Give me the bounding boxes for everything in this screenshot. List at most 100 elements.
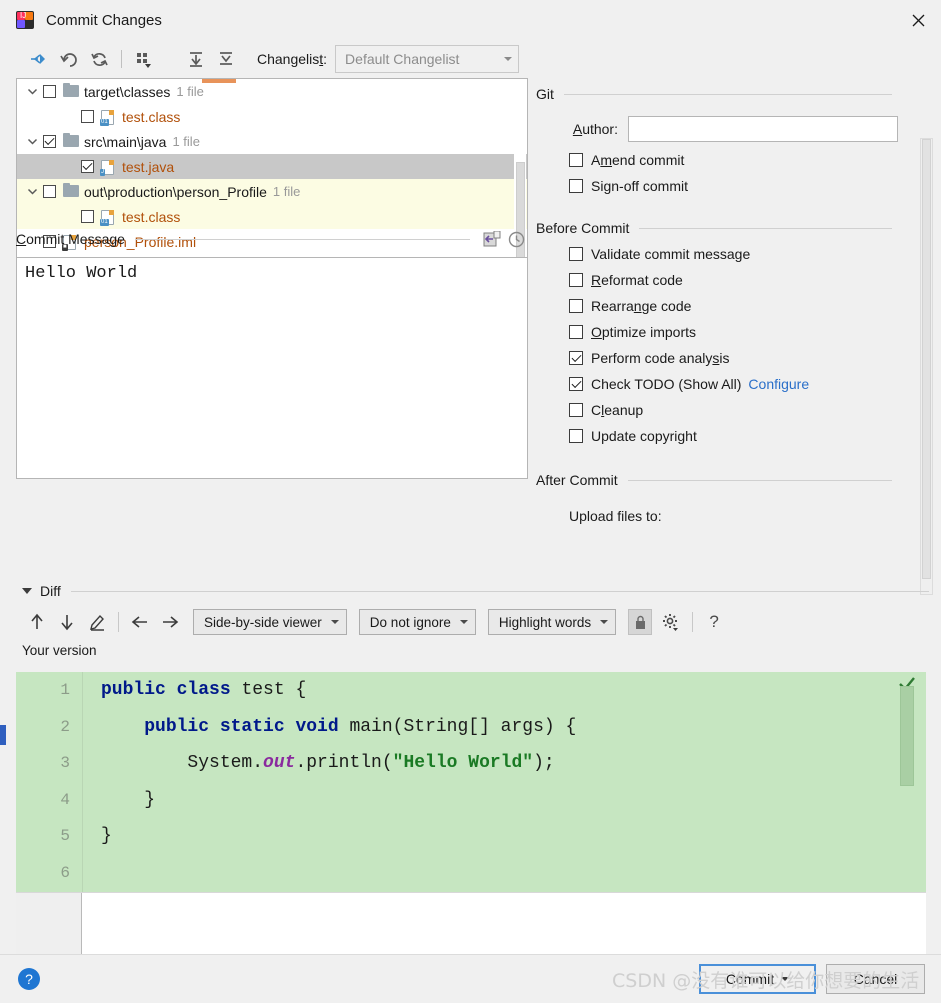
history-clock-icon[interactable] <box>504 228 528 250</box>
options-scrollbar-thumb[interactable] <box>922 139 931 579</box>
commit-options-panel: Git Author: Amend commit Sign-off commit … <box>530 78 941 595</box>
collapse-all-icon[interactable] <box>211 46 241 72</box>
tree-row[interactable]: src\main\java 1 file <box>17 129 527 154</box>
option-checkbox-row[interactable]: Rearrange code <box>536 298 916 314</box>
before-commit-label: Before Commit <box>536 220 630 236</box>
rollback-icon[interactable] <box>54 46 84 72</box>
checkbox[interactable] <box>569 429 583 443</box>
accept-left-icon[interactable] <box>125 609 155 635</box>
author-field[interactable] <box>628 116 898 142</box>
tree-row[interactable]: 01 test.class <box>17 204 527 229</box>
checkbox[interactable] <box>569 273 583 287</box>
editor-gutter: 1 2 3 4 5 6 <box>16 672 82 892</box>
tree-row-checkbox[interactable] <box>43 135 56 148</box>
commit-message-header: Commit Message <box>16 228 528 250</box>
editor-line-number: 6 <box>60 863 70 882</box>
chevron-down-icon <box>459 620 468 624</box>
checkbox[interactable] <box>569 403 583 417</box>
checkbox[interactable] <box>569 179 583 193</box>
collapse-selection-icon[interactable] <box>24 46 54 72</box>
tree-row[interactable]: target\classes 1 file <box>17 79 527 104</box>
tree-row-checkbox[interactable] <box>43 85 56 98</box>
class-file-icon: 01 <box>100 109 117 126</box>
java-file-icon: J <box>100 159 117 176</box>
lock-icon[interactable] <box>628 609 653 635</box>
chevron-down-icon[interactable] <box>21 186 43 197</box>
checkbox[interactable] <box>569 377 583 391</box>
option-checkbox-row[interactable]: Sign-off commit <box>536 178 916 194</box>
commit-message-textarea[interactable]: Hello World <box>16 257 528 479</box>
tree-row[interactable]: out\production\person_Profile 1 file <box>17 179 527 204</box>
question-mark-icon[interactable]: ? <box>699 609 729 635</box>
tree-row[interactable]: 01 test.class <box>17 104 527 129</box>
tree-row-checkbox[interactable] <box>81 210 94 223</box>
diff-editor-overflow-pane <box>16 892 926 955</box>
editor-code-area[interactable]: public class test { public static void m… <box>82 672 926 892</box>
next-difference-icon[interactable] <box>52 609 82 635</box>
insert-changelist-icon[interactable] <box>480 228 504 250</box>
changelist-label: Changelist: <box>257 51 328 67</box>
whitespace-mode-dropdown[interactable]: Do not ignore <box>358 609 476 635</box>
expand-all-icon[interactable] <box>181 46 211 72</box>
edit-source-icon[interactable] <box>82 609 112 635</box>
tree-row-file-count: 1 file <box>172 134 200 149</box>
viewer-mode-dropdown[interactable]: Side-by-side viewer <box>193 609 347 635</box>
chevron-down-icon[interactable] <box>21 86 43 97</box>
cancel-button[interactable]: Cancel <box>826 964 925 994</box>
option-checkbox-row[interactable]: Update copyright <box>536 428 916 444</box>
accept-right-icon[interactable] <box>155 609 185 635</box>
diff-editor[interactable]: 1 2 3 4 5 6 public class test { public static… <box>16 672 926 892</box>
editor-line-number: 2 <box>60 717 70 736</box>
tree-row-checkbox[interactable] <box>43 185 56 198</box>
whitespace-mode-value: Do not ignore <box>369 614 451 630</box>
close-icon[interactable] <box>895 0 941 40</box>
changelist-dropdown[interactable]: Default Changelist <box>335 45 520 73</box>
chevron-down-icon[interactable] <box>21 136 43 147</box>
checkbox[interactable] <box>569 351 583 365</box>
refresh-icon[interactable] <box>84 46 114 72</box>
diff-section-label: Diff <box>40 583 61 599</box>
tree-row[interactable]: Jtest.java <box>17 154 527 179</box>
question-mark-icon[interactable]: ? <box>18 968 40 990</box>
code-token: public static void <box>144 716 350 737</box>
editor-line-number: 4 <box>60 790 70 809</box>
checkbox[interactable] <box>569 325 583 339</box>
option-checkbox-row[interactable]: Optimize imports <box>536 324 916 340</box>
option-checkbox-row[interactable]: Reformat code <box>536 272 916 288</box>
tree-row-name: target\classes <box>84 83 171 100</box>
option-checkbox-row[interactable]: Validate commit message <box>536 246 916 262</box>
tree-row-name: test.java <box>122 158 175 175</box>
commit-button-label: Commit <box>725 971 775 987</box>
class-file-icon: 01 <box>100 209 117 226</box>
previous-difference-icon[interactable] <box>22 609 52 635</box>
checkbox[interactable] <box>569 247 583 261</box>
folder-icon <box>63 134 79 149</box>
options-scrollbar[interactable] <box>920 138 933 595</box>
option-checkbox-row[interactable]: Check TODO (Show All) Configure <box>536 376 916 392</box>
group-by-icon[interactable] <box>129 46 159 72</box>
tree-row-checkbox[interactable] <box>81 160 94 173</box>
editor-code-line <box>83 855 926 892</box>
tree-row-checkbox[interactable] <box>81 110 94 123</box>
commit-message-section: Commit Message Hello World <box>16 228 528 479</box>
chevron-down-icon <box>504 57 513 61</box>
editor-code-line: } <box>83 782 926 819</box>
option-checkbox-row[interactable]: Amend commit <box>536 152 916 168</box>
checkbox[interactable] <box>569 299 583 313</box>
editor-scrollbar-thumb[interactable] <box>900 686 914 786</box>
editor-scrollbar[interactable] <box>900 686 914 882</box>
diff-change-marker <box>0 725 6 745</box>
editor-code-line: System.out.println("Hello World"); <box>83 745 926 782</box>
commit-button[interactable]: Commit <box>699 964 816 994</box>
diff-section-header[interactable]: Diff <box>0 583 941 599</box>
configure-link[interactable]: Configure <box>748 376 809 392</box>
checkbox[interactable] <box>569 153 583 167</box>
highlight-mode-dropdown[interactable]: Highlight words <box>487 609 617 635</box>
gear-icon[interactable] <box>656 609 686 635</box>
code-token: out <box>263 753 296 773</box>
tree-row-file-count: 1 file <box>272 184 301 199</box>
option-checkbox-row[interactable]: Cleanup <box>536 402 916 418</box>
upload-files-label: Upload files to: <box>569 508 662 524</box>
option-checkbox-row[interactable]: Perform code analysis <box>536 350 916 366</box>
chevron-down-icon <box>781 977 790 981</box>
